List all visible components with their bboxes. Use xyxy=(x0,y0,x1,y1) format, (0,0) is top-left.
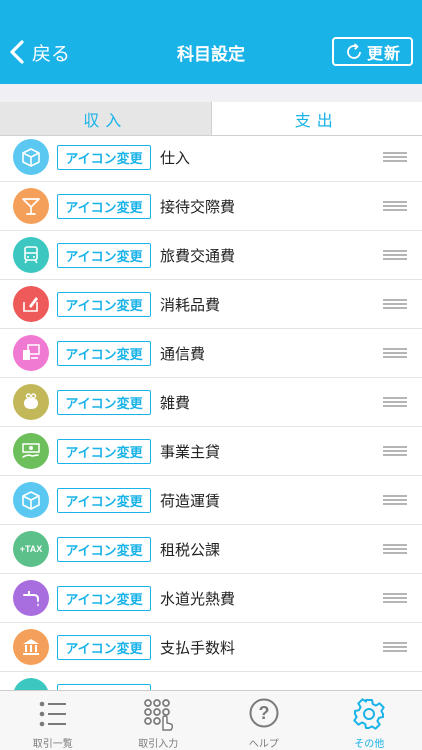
update-label: 更新 xyxy=(366,43,401,63)
list-item: アイコン変更 事業主貸 xyxy=(0,427,422,476)
computer-icon[interactable] xyxy=(13,335,49,371)
category-list[interactable]: アイコン変更 仕入 アイコン変更 接待交際費 アイコン変更 旅費交通費 アイコン… xyxy=(0,136,422,690)
category-label: 支払手数料 xyxy=(160,639,236,657)
change-icon-button[interactable]: アイコン変更 xyxy=(57,145,151,170)
spacer xyxy=(0,84,422,102)
list-item: アイコン変更 荷造運賃 xyxy=(0,476,422,525)
tab-bar: 取引一覧 取引入力 ? ヘルプ その他 xyxy=(0,690,422,750)
reorder-handle-icon[interactable] xyxy=(383,397,407,407)
list-item: アイコン変更 通信費 xyxy=(0,329,422,378)
pen-box-icon[interactable] xyxy=(13,286,49,322)
reorder-handle-icon[interactable] xyxy=(383,544,407,554)
change-icon-button[interactable]: アイコン変更 xyxy=(57,537,151,562)
refresh-icon xyxy=(347,42,361,59)
tax-icon[interactable]: +TAX xyxy=(13,531,49,567)
tab-label: 取引一覧 xyxy=(32,739,73,750)
help-icon: ? xyxy=(249,698,279,728)
list-icon xyxy=(39,701,66,727)
change-icon-button[interactable]: アイコン変更 xyxy=(57,390,151,415)
category-label: 事業主貸 xyxy=(160,443,221,461)
svg-text:?: ? xyxy=(258,703,269,723)
list-item: アイコン変更 消耗品費 xyxy=(0,280,422,329)
tab-label: ヘルプ xyxy=(248,739,279,750)
faucet-icon[interactable] xyxy=(13,580,49,616)
reorder-handle-icon[interactable] xyxy=(383,495,407,505)
purse-icon[interactable] xyxy=(13,384,49,420)
box-icon[interactable] xyxy=(13,482,49,518)
reorder-handle-icon[interactable] xyxy=(383,593,407,603)
change-icon-button[interactable]: アイコン変更 xyxy=(57,439,151,464)
tab-transaction-list[interactable]: 取引一覧 xyxy=(0,691,106,750)
cocktail-icon[interactable] xyxy=(13,188,49,224)
category-label: 通信費 xyxy=(160,345,206,363)
list-item: アイコン変更 仕入 xyxy=(0,136,422,182)
reorder-handle-icon[interactable] xyxy=(383,446,407,456)
keypad-icon xyxy=(144,699,174,731)
list-item: アイコン変更 水道光熱費 xyxy=(0,574,422,623)
change-icon-button[interactable]: アイコン変更 xyxy=(57,194,151,219)
change-icon-button[interactable]: アイコン変更 xyxy=(57,488,151,513)
category-label: 仕入 xyxy=(160,149,191,167)
category-label: 荷造運賃 xyxy=(160,492,221,510)
tab-income[interactable]: 収入 xyxy=(0,102,212,135)
update-button[interactable]: 更新 xyxy=(332,37,413,66)
category-label: 雑費 xyxy=(160,394,191,412)
tab-other[interactable]: その他 xyxy=(317,691,422,750)
bank-icon[interactable] xyxy=(13,629,49,665)
reorder-handle-icon[interactable] xyxy=(383,250,407,260)
category-label: 接待交際費 xyxy=(160,198,236,216)
change-icon-button[interactable]: アイコン変更 xyxy=(57,341,151,366)
tab-label: その他 xyxy=(354,739,385,750)
tab-transaction-input[interactable]: 取引入力 xyxy=(106,691,212,750)
category-label: 消耗品費 xyxy=(160,296,221,314)
change-icon-button[interactable]: アイコン変更 xyxy=(57,292,151,317)
change-icon-button[interactable]: アイコン変更 xyxy=(57,635,151,660)
change-icon-button[interactable]: アイコン変更 xyxy=(57,586,151,611)
list-item: +TAX アイコン変更 租税公課 xyxy=(0,525,422,574)
reorder-handle-icon[interactable] xyxy=(383,348,407,358)
tab-expense[interactable]: 支出 xyxy=(211,102,422,135)
train-icon[interactable] xyxy=(13,237,49,273)
reorder-handle-icon[interactable] xyxy=(383,201,407,211)
reorder-handle-icon[interactable] xyxy=(383,642,407,652)
list-item: アイコン変更 旅費交通費 xyxy=(0,231,422,280)
reorder-handle-icon[interactable] xyxy=(383,299,407,309)
list-item: アイコン変更 xyxy=(0,672,422,690)
list-item: アイコン変更 接待交際費 xyxy=(0,182,422,231)
change-icon-button[interactable]: アイコン変更 xyxy=(57,243,151,268)
navigation-bar: 戻る 科目設定 更新 xyxy=(0,0,422,84)
tab-help[interactable]: ? ヘルプ xyxy=(211,691,317,750)
segment-control: 収入 支出 xyxy=(0,102,422,136)
category-label: 水道光熱費 xyxy=(160,590,236,608)
tax-icon-text: +TAX xyxy=(19,544,43,554)
list-item: アイコン変更 支払手数料 xyxy=(0,623,422,672)
reorder-handle-icon[interactable] xyxy=(383,152,407,162)
partial-icon[interactable] xyxy=(13,678,49,690)
box-icon[interactable] xyxy=(13,139,49,175)
gear-icon xyxy=(353,698,385,730)
list-item: アイコン変更 雑費 xyxy=(0,378,422,427)
category-label: 租税公課 xyxy=(160,541,221,559)
money-hand-icon[interactable] xyxy=(13,433,49,469)
tab-label: 取引入力 xyxy=(138,739,179,750)
category-label: 旅費交通費 xyxy=(160,247,236,265)
